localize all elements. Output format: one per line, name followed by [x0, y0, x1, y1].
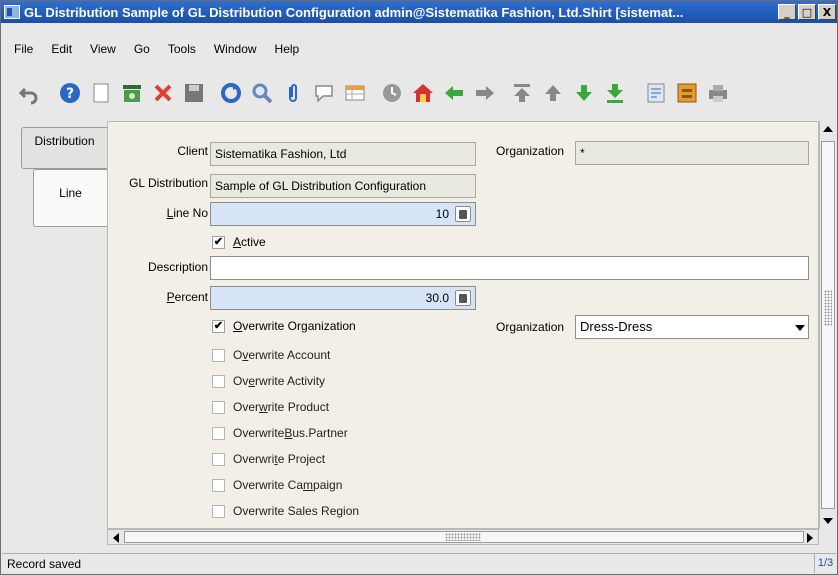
- previous-record-icon[interactable]: [541, 81, 565, 105]
- app-icon: [4, 5, 20, 19]
- overwrite-product-checkbox[interactable]: Over w rite Product: [212, 400, 329, 414]
- help-icon[interactable]: ?: [58, 81, 82, 105]
- line-no-calculator-icon[interactable]: [455, 206, 471, 222]
- grid-toggle-icon[interactable]: [343, 81, 367, 105]
- percent-calculator-icon[interactable]: [455, 290, 471, 306]
- print-icon[interactable]: [706, 81, 730, 105]
- menu-window[interactable]: Window: [209, 42, 262, 56]
- description-label: Description: [147, 260, 208, 274]
- application-window: GL Distribution Sample of GL Distributio…: [0, 0, 838, 575]
- organization-select-value: Dress-Dress: [580, 319, 653, 334]
- status-bar: Record saved 1/3: [2, 553, 836, 573]
- description-input[interactable]: [210, 256, 809, 280]
- save-icon[interactable]: [182, 81, 206, 105]
- menu-help[interactable]: Help: [270, 42, 305, 56]
- tab-distribution[interactable]: Distribution: [21, 127, 107, 169]
- organization-label: Organization: [496, 144, 565, 158]
- undo-icon[interactable]: [17, 81, 41, 105]
- overwrite-project-checkbox[interactable]: Overwri t e Project: [212, 452, 325, 466]
- overwrite-account-checkbox[interactable]: Ov erwrite Account: [212, 348, 330, 362]
- checkmark-icon: ✔: [212, 235, 225, 249]
- tab-line[interactable]: Line: [33, 169, 107, 227]
- gl-distribution-label: GL Distribution: [129, 176, 208, 190]
- tab-strip: Distribution Line: [21, 127, 107, 227]
- first-record-icon[interactable]: [510, 81, 534, 105]
- delete-icon[interactable]: [151, 81, 175, 105]
- minimize-button[interactable]: _: [778, 4, 796, 20]
- menu-bar: File Edit View Go Tools Window Help: [1, 39, 304, 59]
- record-form: Client Sistematika Fashion, Ltd Organiza…: [107, 121, 819, 529]
- percent-input[interactable]: 30.0: [210, 286, 476, 310]
- chat-icon[interactable]: [312, 81, 336, 105]
- status-message: Record saved: [7, 557, 82, 571]
- record-count[interactable]: 1/3: [814, 554, 836, 573]
- scroll-down-icon[interactable]: [823, 518, 833, 524]
- menu-edit[interactable]: Edit: [46, 42, 77, 56]
- overwrite-campaign-checkbox[interactable]: Overwrite Ca m paign: [212, 478, 342, 492]
- next-record-icon[interactable]: [572, 81, 596, 105]
- archive-icon[interactable]: [675, 81, 699, 105]
- copy-icon[interactable]: [120, 81, 144, 105]
- scroll-right-icon[interactable]: [807, 533, 813, 543]
- svg-text:?: ?: [66, 86, 74, 102]
- scroll-left-icon[interactable]: [113, 533, 119, 543]
- menu-go[interactable]: Go: [129, 42, 155, 56]
- close-button[interactable]: X: [818, 4, 836, 20]
- overwrite-sales-region-checkbox[interactable]: Overwrite Sales Region: [212, 504, 359, 518]
- attachment-icon[interactable]: [281, 81, 305, 105]
- toolbar: ?: [1, 73, 837, 113]
- menu-tools[interactable]: Tools: [163, 42, 201, 56]
- gl-distribution-field: Sample of GL Distribution Configuration: [210, 174, 476, 198]
- report-icon[interactable]: [644, 81, 668, 105]
- line-no-label: Line No: [166, 206, 208, 220]
- vertical-scroll-thumb[interactable]: [821, 141, 835, 509]
- title-bar[interactable]: GL Distribution Sample of GL Distributio…: [1, 1, 837, 23]
- overwrite-activity-checkbox[interactable]: Ov e rwrite Activity: [212, 374, 325, 388]
- overwrite-organization-checkbox[interactable]: ✔ Overwrite Organization: [212, 319, 356, 333]
- refresh-icon[interactable]: [219, 81, 243, 105]
- client-label: Client: [177, 144, 208, 158]
- last-record-icon[interactable]: [603, 81, 627, 105]
- overwrite-bus-partner-checkbox[interactable]: Overwrite Bus.Partner: [212, 426, 348, 440]
- parent-record-icon[interactable]: [442, 81, 466, 105]
- maximize-button[interactable]: □: [798, 4, 816, 20]
- horizontal-scroll-thumb[interactable]: [124, 531, 804, 543]
- new-icon[interactable]: [89, 81, 113, 105]
- menu-file[interactable]: File: [9, 42, 38, 56]
- client-field: Sistematika Fashion, Ltd: [210, 142, 476, 166]
- scroll-up-icon[interactable]: [823, 126, 833, 132]
- vertical-scrollbar[interactable]: [819, 121, 835, 529]
- find-icon[interactable]: [250, 81, 274, 105]
- percent-label: Percent: [166, 290, 208, 304]
- window-title: GL Distribution Sample of GL Distributio…: [24, 4, 684, 20]
- organization-field: *: [575, 141, 809, 165]
- horizontal-scrollbar[interactable]: [107, 529, 819, 545]
- line-no-input[interactable]: 10: [210, 202, 476, 226]
- home-icon[interactable]: [411, 81, 435, 105]
- active-checkbox[interactable]: ✔ Active: [212, 235, 266, 249]
- menu-view[interactable]: View: [85, 42, 121, 56]
- chevron-down-icon[interactable]: [795, 325, 805, 331]
- organization-select[interactable]: Dress-Dress: [575, 315, 809, 339]
- detail-record-icon[interactable]: [473, 81, 497, 105]
- checkmark-icon: ✔: [212, 319, 225, 333]
- organization-select-label: Organization: [496, 320, 565, 334]
- history-icon[interactable]: [380, 81, 404, 105]
